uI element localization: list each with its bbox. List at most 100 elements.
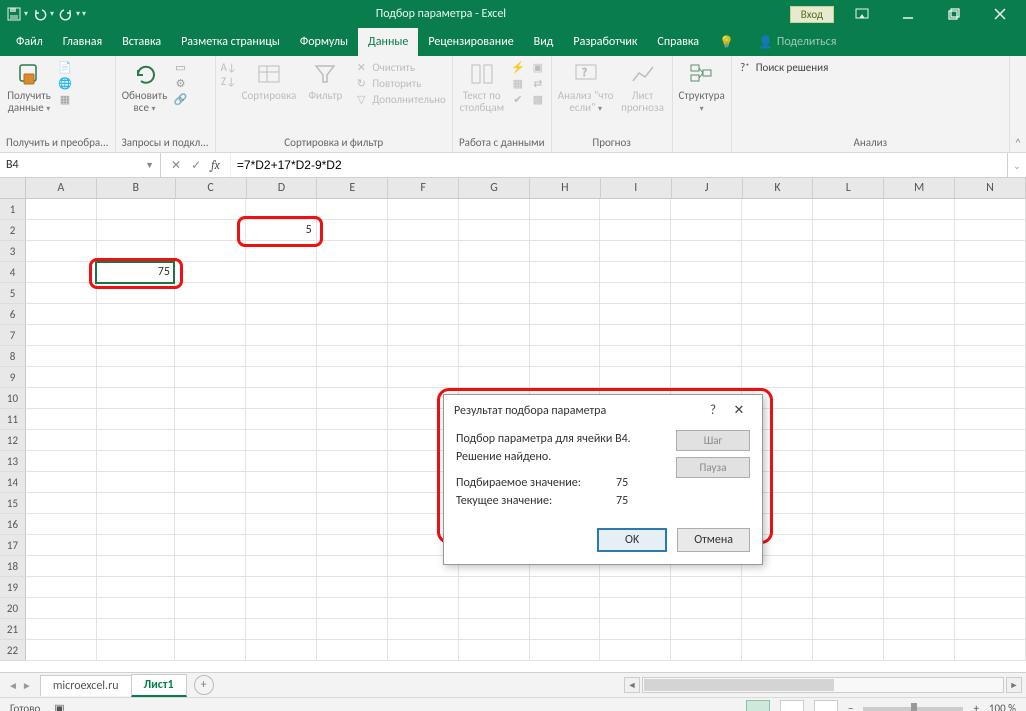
cell[interactable] bbox=[26, 514, 97, 535]
cell[interactable] bbox=[884, 367, 955, 388]
cell[interactable] bbox=[813, 367, 884, 388]
cell[interactable] bbox=[884, 199, 955, 220]
cell[interactable] bbox=[317, 640, 388, 661]
cell[interactable] bbox=[459, 577, 530, 598]
cell[interactable] bbox=[26, 472, 97, 493]
cell[interactable] bbox=[246, 640, 317, 661]
cell[interactable] bbox=[884, 451, 955, 472]
cell[interactable] bbox=[955, 598, 1026, 619]
cell[interactable] bbox=[97, 577, 175, 598]
cell[interactable] bbox=[459, 304, 530, 325]
cell[interactable] bbox=[742, 220, 813, 241]
outline-button[interactable]: Структура▾ bbox=[679, 60, 725, 114]
col-header[interactable]: G bbox=[459, 178, 530, 198]
fx-icon[interactable]: fx bbox=[211, 158, 220, 172]
cell[interactable] bbox=[317, 409, 388, 430]
cell[interactable] bbox=[813, 304, 884, 325]
cell[interactable] bbox=[317, 325, 388, 346]
cell[interactable] bbox=[459, 262, 530, 283]
cell[interactable] bbox=[742, 598, 813, 619]
cell[interactable] bbox=[955, 283, 1026, 304]
cell[interactable] bbox=[955, 493, 1026, 514]
cell[interactable]: 75 bbox=[97, 262, 175, 283]
row-header[interactable]: 7 bbox=[0, 325, 26, 346]
cell[interactable] bbox=[884, 304, 955, 325]
cell[interactable] bbox=[671, 367, 742, 388]
close-icon[interactable]: ✕ bbox=[726, 403, 752, 418]
cell[interactable] bbox=[317, 304, 388, 325]
undo-icon[interactable] bbox=[32, 6, 48, 22]
row-header[interactable]: 4 bbox=[0, 262, 26, 283]
advanced-filter[interactable]: ▽Дополнительно bbox=[354, 92, 445, 106]
flash-fill-icon[interactable]: ⚡ bbox=[511, 60, 525, 74]
cell[interactable] bbox=[175, 199, 246, 220]
cell[interactable] bbox=[97, 199, 175, 220]
cell[interactable] bbox=[955, 409, 1026, 430]
cell[interactable] bbox=[317, 577, 388, 598]
cell[interactable] bbox=[955, 556, 1026, 577]
page-layout-view-icon[interactable] bbox=[780, 700, 804, 711]
cell[interactable] bbox=[530, 262, 601, 283]
cell[interactable] bbox=[175, 640, 246, 661]
cell[interactable] bbox=[26, 451, 97, 472]
cell[interactable] bbox=[175, 493, 246, 514]
cell[interactable] bbox=[26, 619, 97, 640]
cell[interactable] bbox=[459, 220, 530, 241]
tab-review[interactable]: Рецензирование bbox=[418, 28, 523, 56]
cell[interactable] bbox=[175, 535, 246, 556]
cell[interactable] bbox=[175, 241, 246, 262]
row-header[interactable]: 16 bbox=[0, 514, 26, 535]
cell[interactable] bbox=[175, 619, 246, 640]
cell[interactable] bbox=[884, 409, 955, 430]
cell[interactable] bbox=[671, 640, 742, 661]
sort-button[interactable]: Сортировка bbox=[242, 60, 297, 102]
consolidate-icon[interactable]: ▣ bbox=[531, 60, 545, 74]
cell[interactable] bbox=[97, 346, 175, 367]
queries-icon[interactable]: ▭ bbox=[174, 60, 188, 74]
cell[interactable] bbox=[175, 598, 246, 619]
cell[interactable] bbox=[317, 367, 388, 388]
col-header[interactable]: D bbox=[247, 178, 318, 198]
cell[interactable] bbox=[388, 619, 459, 640]
cell[interactable] bbox=[813, 430, 884, 451]
cell[interactable] bbox=[955, 388, 1026, 409]
cell[interactable] bbox=[530, 304, 601, 325]
cell[interactable] bbox=[246, 199, 317, 220]
cell[interactable] bbox=[26, 220, 97, 241]
cell[interactable] bbox=[884, 535, 955, 556]
col-header[interactable]: M bbox=[884, 178, 955, 198]
tab-help[interactable]: Справка bbox=[647, 28, 709, 56]
cell[interactable] bbox=[955, 220, 1026, 241]
cell[interactable] bbox=[600, 199, 671, 220]
cell[interactable] bbox=[97, 430, 175, 451]
row-header[interactable]: 18 bbox=[0, 556, 26, 577]
cell[interactable] bbox=[97, 388, 175, 409]
row-header[interactable]: 10 bbox=[0, 388, 26, 409]
data-model-icon[interactable]: ▩ bbox=[531, 92, 545, 106]
cell[interactable] bbox=[317, 598, 388, 619]
cell[interactable] bbox=[671, 346, 742, 367]
cell[interactable] bbox=[742, 619, 813, 640]
page-break-view-icon[interactable] bbox=[814, 700, 838, 711]
cell[interactable] bbox=[246, 325, 317, 346]
chevron-down-icon[interactable]: ▼ bbox=[145, 160, 154, 171]
sheet-tab[interactable]: microexcel.ru bbox=[40, 675, 132, 696]
from-text-icon[interactable]: 📄 bbox=[58, 60, 72, 74]
macro-record-icon[interactable]: ▣ bbox=[54, 702, 64, 711]
col-header[interactable]: F bbox=[388, 178, 459, 198]
cell[interactable] bbox=[813, 325, 884, 346]
cell[interactable] bbox=[317, 430, 388, 451]
cell[interactable] bbox=[813, 514, 884, 535]
cell[interactable] bbox=[530, 283, 601, 304]
remove-dup-icon[interactable]: ▦ bbox=[511, 76, 525, 90]
cell[interactable] bbox=[97, 220, 175, 241]
row-header[interactable]: 8 bbox=[0, 346, 26, 367]
cell[interactable] bbox=[246, 598, 317, 619]
cancel-button[interactable]: Отмена bbox=[677, 528, 750, 552]
cell[interactable] bbox=[459, 619, 530, 640]
cell[interactable] bbox=[813, 493, 884, 514]
cell[interactable] bbox=[813, 283, 884, 304]
cell[interactable] bbox=[600, 346, 671, 367]
cell[interactable] bbox=[317, 199, 388, 220]
sheet-tab-active[interactable]: Лист1 bbox=[131, 674, 187, 697]
